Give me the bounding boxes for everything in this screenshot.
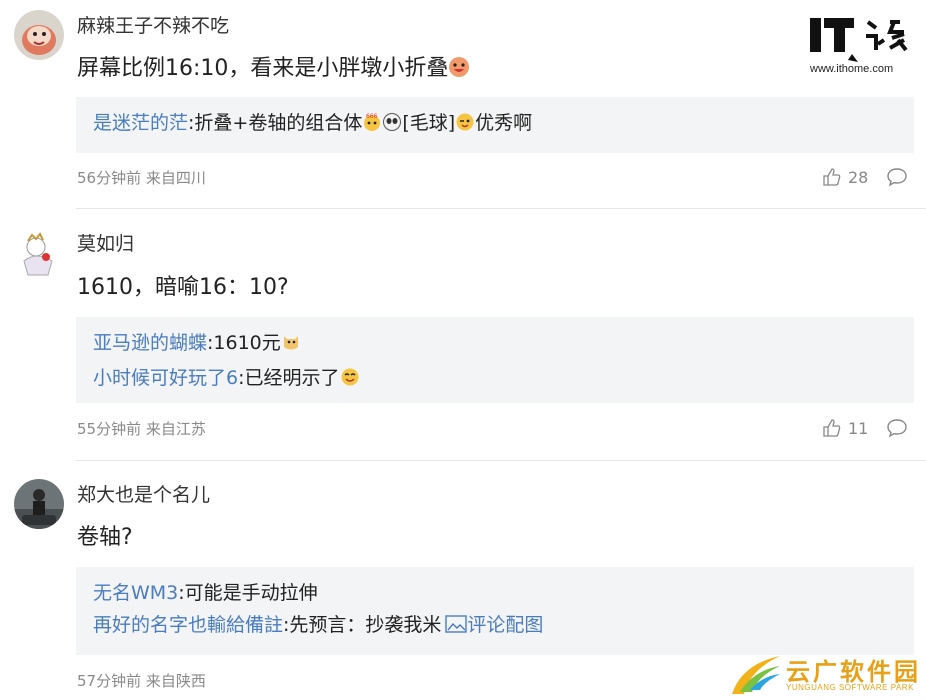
quoted-username[interactable]: 无名WM3 <box>93 582 178 604</box>
reply-quote-box: 无名WM3:可能是手动拉伸 再好的名字也輸給備註:先预言：抄袭我米 评论配图 <box>76 567 914 655</box>
666-emoji-icon: 666 <box>362 110 382 142</box>
quoted-reply[interactable]: 亚马逊的蝴蝶:1610元 <box>93 327 914 362</box>
comment-content: 屏幕比例16:10，看来是小胖墩小折叠 <box>77 54 470 87</box>
reply-quote-box: 是迷茫的茫:折叠+卷轴的组合体 666 [毛球] 优秀啊 <box>76 97 914 153</box>
comment-divider <box>76 460 926 461</box>
comment-meta: 55分钟前 来自江苏 <box>77 420 206 438</box>
wink-emoji-icon <box>455 110 475 142</box>
quoted-username[interactable]: 亚马逊的蝴蝶 <box>93 332 207 354</box>
comment-divider <box>76 208 926 209</box>
like-button[interactable]: 28 <box>822 167 868 187</box>
comment-content: 卷轴? <box>77 525 133 550</box>
comment-bubble-icon <box>887 168 907 187</box>
like-count: 11 <box>848 418 869 438</box>
comment-username[interactable]: 莫如归 <box>77 232 134 256</box>
comment-meta: 56分钟前 来自四川 <box>77 169 206 187</box>
thumbs-up-icon <box>823 168 841 186</box>
thumbs-up-icon <box>823 419 841 437</box>
quoted-username[interactable]: 再好的名字也輸給備註 <box>93 614 283 636</box>
comment-image-link[interactable]: 评论配图 <box>467 614 543 636</box>
svg-text:666: 666 <box>366 113 378 120</box>
quoted-reply[interactable]: 无名WM3:可能是手动拉伸 <box>93 577 914 609</box>
comment-bubble-icon <box>887 419 907 438</box>
like-count: 28 <box>848 167 869 187</box>
quoted-username[interactable]: 是迷茫的茫 <box>93 112 188 134</box>
watermark-url: www.ithome.com <box>810 63 894 75</box>
quoted-reply[interactable]: 再好的名字也輸給備註:先预言：抄袭我米 评论配图 <box>93 609 914 644</box>
image-icon[interactable] <box>445 612 468 644</box>
comment-meta: 57分钟前 来自陕西 <box>77 672 206 690</box>
like-button[interactable]: 11 <box>822 418 868 438</box>
avatar[interactable] <box>14 479 64 529</box>
smile-emoji-icon <box>340 365 360 397</box>
doge-emoji-icon <box>281 330 301 362</box>
reply-button[interactable] <box>886 418 908 442</box>
reply-quote-box: 亚马逊的蝴蝶:1610元 小时候可好玩了6:已经明示了 <box>76 317 914 403</box>
quoted-reply[interactable]: 小时候可好玩了6:已经明示了 <box>93 362 914 397</box>
panda-emoji-icon <box>382 110 402 142</box>
reply-button[interactable] <box>886 167 908 191</box>
comment-username[interactable]: 郑大也是个名儿 <box>77 483 210 507</box>
comment-content: 1610，暗喻16：10? <box>77 275 289 300</box>
watermark-name: 云广软件园 <box>786 658 921 686</box>
quoted-reply[interactable]: 是迷茫的茫:折叠+卷轴的组合体 666 [毛球] 优秀啊 <box>93 107 914 142</box>
comment-username[interactable]: 麻辣王子不辣不吃 <box>77 14 229 38</box>
quoted-username[interactable]: 小时候可好玩了6 <box>93 367 238 389</box>
avatar[interactable] <box>14 229 64 279</box>
avatar[interactable] <box>14 10 64 60</box>
laugh-emoji-icon <box>448 56 470 87</box>
watermark-subtitle: YUNGUANG SOFTWARE PARK <box>786 683 914 692</box>
